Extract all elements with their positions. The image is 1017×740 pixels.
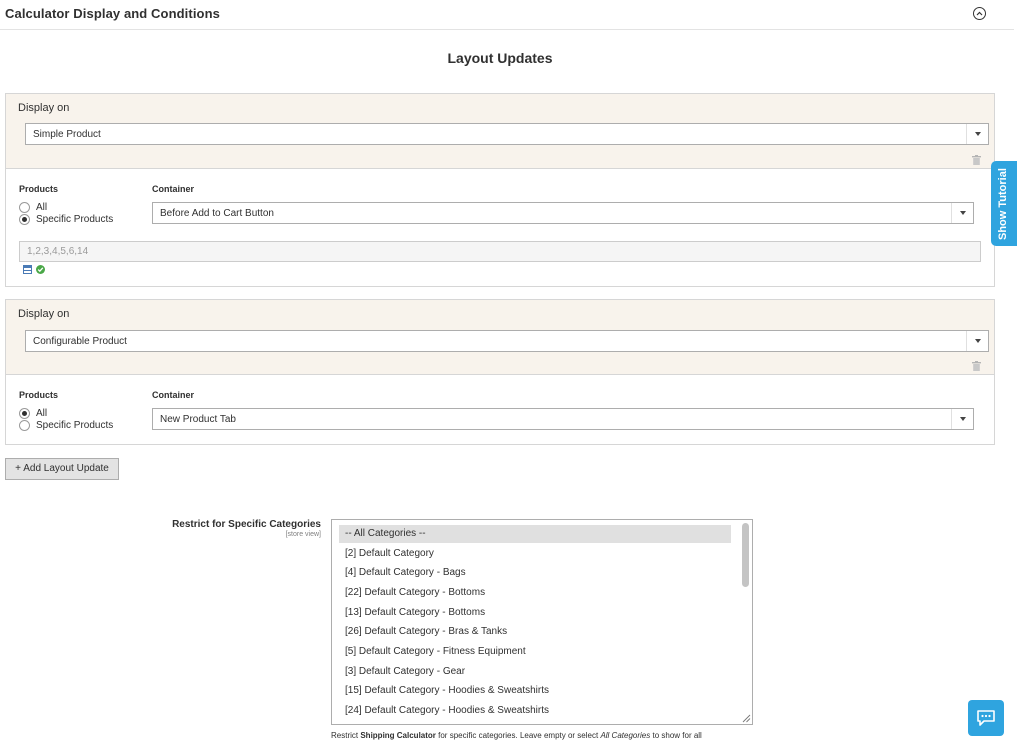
dropdown-arrow-icon: [951, 409, 973, 429]
container-select[interactable]: Before Add to Cart Button: [152, 202, 974, 224]
show-tutorial-label: Show Tutorial: [997, 168, 1009, 240]
note-italic: All Categories: [600, 731, 651, 740]
container-value: New Product Tab: [160, 414, 236, 425]
display-on-value: Configurable Product: [33, 336, 127, 347]
restrict-categories-label: Restrict for Specific Categories: [172, 519, 321, 530]
grid-chooser-icon[interactable]: [23, 265, 32, 274]
radio-all-button[interactable]: [19, 408, 30, 419]
container-label: Container: [152, 184, 195, 194]
display-on-row: Display on Simple Product: [6, 94, 994, 169]
add-layout-update-button[interactable]: + Add Layout Update: [5, 458, 119, 480]
radio-all-label: All: [36, 408, 48, 419]
products-label: Products: [19, 390, 59, 400]
radio-specific-button[interactable]: [19, 214, 30, 225]
resize-handle-icon[interactable]: [742, 714, 751, 723]
note-middle: for specific categories. Leave empty or …: [435, 731, 601, 740]
trash-icon[interactable]: [972, 361, 981, 371]
container-value: Before Add to Cart Button: [160, 208, 274, 219]
category-option[interactable]: [4] Default Category - Bags: [339, 564, 731, 582]
radio-all-button[interactable]: [19, 202, 30, 213]
display-on-label: Display on: [18, 102, 70, 114]
radio-all-label: All: [36, 202, 48, 213]
layout-updates-title: Layout Updates: [447, 50, 553, 66]
category-option[interactable]: [3] Default Category - Gear: [339, 663, 731, 681]
categories-multiselect[interactable]: -- All Categories -- [2] Default Categor…: [331, 519, 753, 725]
category-option[interactable]: -- All Categories --: [339, 525, 731, 543]
trash-icon[interactable]: [972, 155, 981, 165]
category-option[interactable]: [26] Default Category - Bras & Tanks: [339, 623, 731, 641]
products-row: Products Container All Specific Products…: [6, 375, 994, 444]
products-row: Products Container All Specific Products…: [6, 169, 994, 286]
show-tutorial-tab[interactable]: Show Tutorial: [991, 161, 1017, 246]
scrollbar-thumb[interactable]: [742, 523, 749, 587]
container-select[interactable]: New Product Tab: [152, 408, 974, 430]
restrict-note: Restrict Shipping Calculator for specifi…: [331, 731, 702, 740]
dropdown-arrow-icon: [966, 331, 988, 351]
note-prefix: Restrict: [331, 731, 361, 740]
layout-update-block-1: Display on Simple Product Products Conta…: [5, 93, 995, 287]
dropdown-arrow-icon: [966, 124, 988, 144]
chat-icon: [977, 710, 995, 726]
note-bold: Shipping Calculator: [360, 731, 436, 740]
dropdown-arrow-icon: [951, 203, 973, 223]
display-on-label: Display on: [18, 308, 70, 320]
scope-label: [store view]: [285, 531, 321, 538]
product-ids-input[interactable]: 1,2,3,4,5,6,14: [19, 241, 981, 262]
layout-update-block-2: Display on Configurable Product Products…: [5, 299, 995, 445]
category-option[interactable]: [5] Default Category - Fitness Equipment: [339, 643, 731, 661]
products-label: Products: [19, 184, 59, 194]
radio-specific-label: Specific Products: [36, 214, 114, 225]
section-header[interactable]: Calculator Display and Conditions: [0, 0, 1014, 30]
display-on-value: Simple Product: [33, 129, 101, 140]
radio-specific-label: Specific Products: [36, 420, 114, 431]
container-label: Container: [152, 390, 195, 400]
note-suffix: to show for all: [650, 731, 702, 740]
category-option[interactable]: [22] Default Category - Bottoms: [339, 584, 731, 602]
radio-specific-button[interactable]: [19, 420, 30, 431]
display-on-select[interactable]: Simple Product: [25, 123, 989, 145]
apply-check-icon[interactable]: [36, 265, 45, 274]
display-on-select[interactable]: Configurable Product: [25, 330, 989, 352]
category-option[interactable]: [13] Default Category - Bottoms: [339, 604, 731, 622]
category-option[interactable]: [24] Default Category - Hoodies & Sweats…: [339, 702, 731, 720]
section-title: Calculator Display and Conditions: [5, 6, 220, 21]
chat-button[interactable]: [968, 700, 1004, 736]
category-option[interactable]: [15] Default Category - Hoodies & Sweats…: [339, 682, 731, 700]
chevron-up-icon[interactable]: [973, 7, 986, 20]
display-on-row: Display on Configurable Product: [6, 300, 994, 375]
category-option[interactable]: [2] Default Category: [339, 545, 731, 563]
